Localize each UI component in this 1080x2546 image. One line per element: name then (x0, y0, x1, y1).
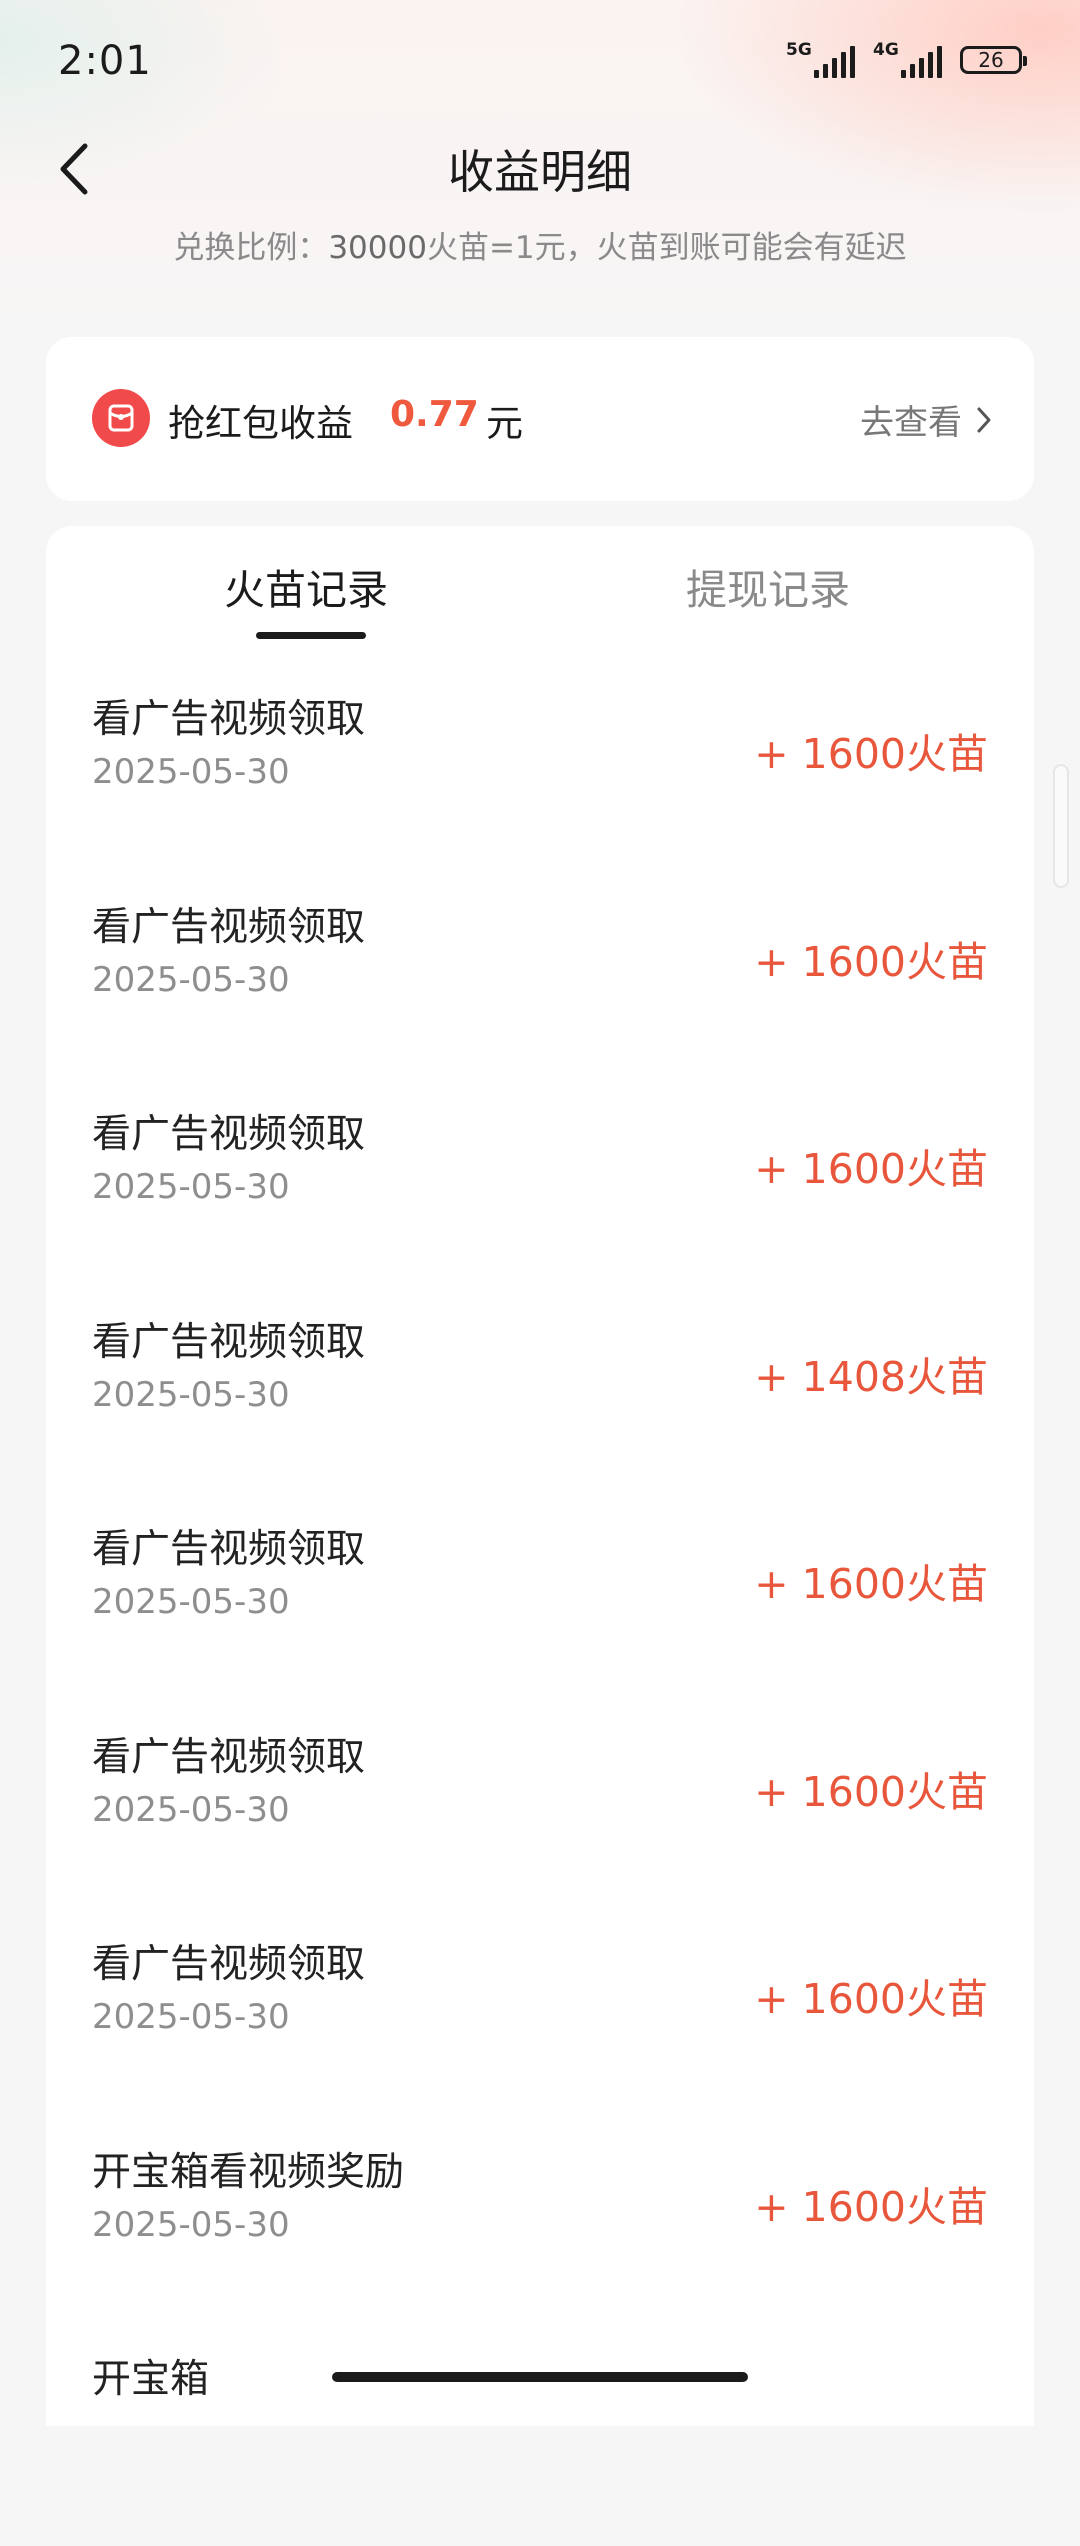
record-title: 看广告视频领取 (92, 1319, 366, 1365)
record-date: 2025-05-30 (92, 1167, 290, 1207)
signal-5g: 5G (786, 40, 855, 78)
record-amount: + 1600火苗 (754, 1560, 988, 1608)
chevron-right-icon (977, 407, 991, 432)
signal-4g: 4G (873, 40, 942, 78)
list-item: 看广告视频领取 2025-05-30 + 1600火苗 (46, 1716, 1034, 1924)
record-amount: + 1600火苗 (754, 1145, 988, 1193)
signal-bars-icon (814, 46, 855, 78)
record-amount: + 1600火苗 (754, 2182, 988, 2231)
record-date: 2025-05-30 (92, 1997, 290, 2037)
records-card: 火苗记录 提现记录 看广告视频领取 2025-05-30 + 1600火苗 看广… (46, 526, 1034, 2426)
red-packet-card[interactable]: 抢红包收益 0.77 元 去查看 (46, 337, 1034, 501)
tab-flame-records[interactable]: 火苗记录 (224, 556, 388, 616)
list-item: 看广告视频领取 2025-05-30 + 1408火苗 (46, 1301, 1034, 1509)
record-date: 2025-05-30 (92, 959, 290, 1000)
record-tabs: 火苗记录 提现记录 (46, 526, 1034, 646)
exchange-amount: 30000 (328, 230, 427, 266)
record-date: 2025-05-30 (92, 2204, 290, 2245)
list-item: 看广告视频领取 2025-05-30 + 1600火苗 (46, 1093, 1034, 1301)
red-packet-unit: 元 (486, 402, 523, 445)
record-amount: + 1600火苗 (754, 1975, 988, 2023)
home-indicator[interactable] (332, 2372, 748, 2382)
record-title: 看广告视频领取 (92, 1527, 366, 1572)
record-title: 看广告视频领取 (92, 697, 366, 742)
record-amount: + 1600火苗 (754, 1767, 988, 1816)
record-amount: + 1600火苗 (754, 730, 988, 778)
red-packet-amount: 0.77 (390, 394, 479, 435)
list-item: 看广告视频领取 2025-05-30 + 1600火苗 (46, 886, 1034, 1094)
record-amount: + 1600火苗 (754, 937, 988, 986)
nav-bar: 收益明细 (0, 128, 1080, 208)
status-time: 2:01 (58, 38, 152, 84)
list-item: 开宝箱 (46, 2338, 1034, 2546)
exchange-prefix: 兑换比例： (173, 230, 329, 266)
tab-withdraw-records[interactable]: 提现记录 (686, 556, 850, 616)
view-details-label: 去查看 (860, 403, 962, 443)
record-date: 2025-05-30 (92, 1789, 290, 1830)
view-details-link[interactable]: 去查看 (860, 395, 992, 444)
list-item: 开宝箱看视频奖励 2025-05-30 + 1600火苗 (46, 2131, 1034, 2339)
record-title: 看广告视频领取 (92, 1942, 366, 1987)
record-title: 开宝箱看视频奖励 (92, 2149, 405, 2195)
active-tab-indicator (256, 632, 366, 639)
record-amount: + 1408火苗 (754, 1352, 988, 1401)
list-item: 看广告视频领取 2025-05-30 + 1600火苗 (46, 678, 1034, 886)
battery-level: 26 (978, 48, 1004, 72)
status-indicators: 5G 4G 26 (786, 40, 1027, 80)
record-title: 开宝箱 (92, 2357, 210, 2402)
scrollbar[interactable] (1053, 764, 1069, 888)
record-list: 看广告视频领取 2025-05-30 + 1600火苗 看广告视频领取 2025… (46, 678, 1034, 2546)
record-date: 2025-05-30 (92, 1374, 290, 1415)
page-title: 收益明细 (448, 145, 632, 199)
red-packet-label: 抢红包收益 (168, 402, 353, 445)
record-title: 看广告视频领取 (92, 1734, 366, 1780)
network-label-4g: 4G (873, 40, 899, 60)
record-date: 2025-05-30 (92, 752, 290, 792)
exchange-suffix: 火苗=1元，火苗到账可能会有延迟 (426, 230, 907, 266)
record-date: 2025-05-30 (92, 1582, 290, 1622)
status-bar: 2:01 5G 4G 26 (0, 0, 1080, 128)
network-label-5g: 5G (786, 40, 812, 60)
signal-bars-icon (901, 46, 942, 78)
list-item: 看广告视频领取 2025-05-30 + 1600火苗 (46, 1508, 1034, 1716)
exchange-rate-note: 兑换比例：30000火苗=1元，火苗到账可能会有延迟 (0, 222, 1080, 267)
battery-icon: 26 (960, 46, 1027, 74)
list-item: 看广告视频领取 2025-05-30 + 1600火苗 (46, 1923, 1034, 2131)
record-title: 看广告视频领取 (92, 1112, 366, 1157)
red-packet-icon (92, 389, 150, 447)
record-title: 看广告视频领取 (92, 904, 366, 950)
